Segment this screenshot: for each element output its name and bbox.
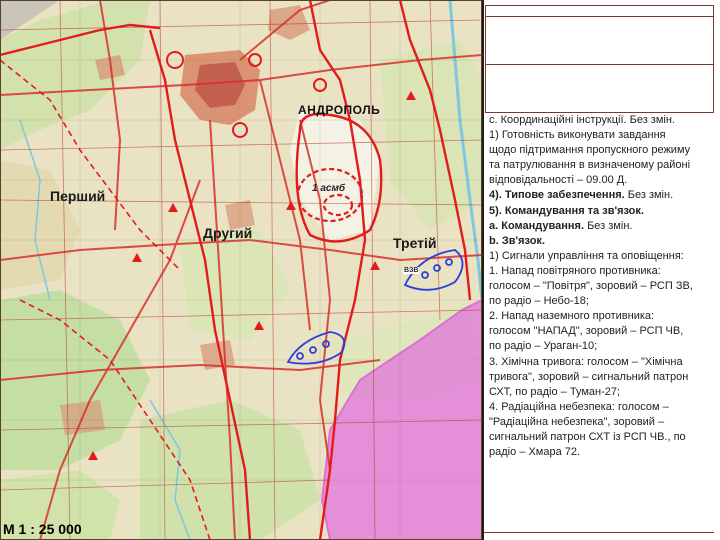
topographic-map[interactable]: Перший Другий Третій 1 асмб АНДРОПОЛЬ ВЗ… <box>0 0 482 540</box>
instruction-line-text: 4). Типове забезпечення. <box>489 189 625 202</box>
position-label-first: Перший <box>50 188 106 204</box>
instruction-line-text: 1) Готовність виконувати завдання <box>489 129 666 142</box>
instruction-line-text: 1) Сигнали управління та оповіщення: <box>489 249 684 262</box>
instruction-line: 1) Готовність виконувати завдання <box>489 128 715 143</box>
instruction-line: 1) Сигнали управління та оповіщення: <box>489 249 715 264</box>
instruction-line-text: с. Координаційні інструкції. Без змін. <box>489 114 675 126</box>
instruction-line-text: та патрулювання в визначеному районі <box>489 159 691 172</box>
instruction-line-text: b. Зв'язок. <box>489 234 545 247</box>
instruction-line-text: щодо підтримання пропускного режиму <box>489 144 691 157</box>
town-label: АНДРОПОЛЬ <box>298 103 381 117</box>
coordination-instructions-text: с. Координаційні інструкції. Без змін. 1)… <box>489 113 715 460</box>
instruction-line-text: 5). Командування та зв'язок. <box>489 204 644 217</box>
map-scale-label: М 1 : 25 000 <box>3 521 82 537</box>
instruction-line: 4). Типове забезпечення. Без змін. <box>489 188 715 203</box>
instruction-line-text: сигнальний патрон СХТ із РСП ЧВ., по <box>489 430 686 443</box>
instruction-line: по радіо – Небо-18; <box>489 294 715 309</box>
instruction-line: а. Командування. Без змін. <box>489 219 715 234</box>
instruction-line: СХТ, по радіо – Туман-27; <box>489 385 715 400</box>
instruction-line: с. Координаційні інструкції. Без змін. <box>489 113 715 128</box>
header-frame-box <box>485 5 714 113</box>
instruction-line: 3. Хімічна тривога: голосом – "Хімічна <box>489 355 715 370</box>
instruction-line-text: СХТ, по радіо – Туман-27; <box>489 385 621 398</box>
instruction-line-suffix: Без змін. <box>584 219 633 232</box>
small-unit-label: ВЗВ <box>403 267 420 274</box>
instruction-line: 2. Напад наземного противника: <box>489 309 715 324</box>
instruction-line: по радіо – Ураган-10; <box>489 339 715 354</box>
instruction-line-text: 2. Напад наземного противника: <box>489 310 655 323</box>
instruction-line-text: 3. Хімічна тривога: голосом – "Хімічна <box>489 355 683 368</box>
instruction-line: та патрулювання в визначеному районі <box>489 158 715 173</box>
instruction-line: радіо – Хмара 72. <box>489 445 715 460</box>
instruction-line: b. Зв'язок. <box>489 234 715 249</box>
instruction-line: сигнальний патрон СХТ із РСП ЧВ., по <box>489 430 715 445</box>
instruction-line-text: "Радіаційна небезпека", зоровий – <box>489 415 665 428</box>
instruction-line: 5). Командування та зв'язок. <box>489 204 715 219</box>
footer-frame-line <box>484 532 714 533</box>
instruction-line-suffix: Без змін. <box>624 189 674 202</box>
instruction-line: щодо підтримання пропускного режиму <box>489 143 715 158</box>
instruction-line-text: голосом "НАПАД", зоровий – РСП ЧВ, <box>489 325 684 338</box>
instruction-line: 1. Напад повітряного противника: <box>489 264 715 279</box>
instruction-line-text: по радіо – Ураган-10; <box>489 340 598 353</box>
instruction-line-text: відповідальності – 09.00 Д. <box>489 174 628 187</box>
position-label-third: Третій <box>393 235 437 251</box>
header-frame-line <box>486 64 714 65</box>
position-label-second: Другий <box>203 225 253 241</box>
instruction-line-text: 1. Напад повітряного противника: <box>489 264 661 277</box>
instruction-line-text: по радіо – Небо-18; <box>489 295 589 308</box>
instruction-line: 4. Радіаційна небезпека: голосом – <box>489 400 715 415</box>
unit-label-1asmb: 1 асмб <box>312 183 346 194</box>
header-frame-line <box>486 16 714 17</box>
instruction-line-text: радіо – Хмара 72. <box>489 446 581 459</box>
instruction-line: відповідальності – 09.00 Д. <box>489 173 715 188</box>
instruction-line-text: а. Командування. <box>489 219 585 232</box>
instruction-line: тривога", зоровий – сигнальний патрон <box>489 370 715 385</box>
instruction-line: "Радіаційна небезпека", зоровий – <box>489 415 715 430</box>
instruction-line-text: голосом – "Повітря", зоровий – РСП ЗВ, <box>489 280 693 293</box>
instruction-line-text: 4. Радіаційна небезпека: голосом – <box>489 400 669 413</box>
instruction-line-text: тривога", зоровий – сигнальний патрон <box>489 370 689 383</box>
instruction-line: голосом "НАПАД", зоровий – РСП ЧВ, <box>489 324 715 339</box>
instruction-line: голосом – "Повітря", зоровий – РСП ЗВ, <box>489 279 715 294</box>
